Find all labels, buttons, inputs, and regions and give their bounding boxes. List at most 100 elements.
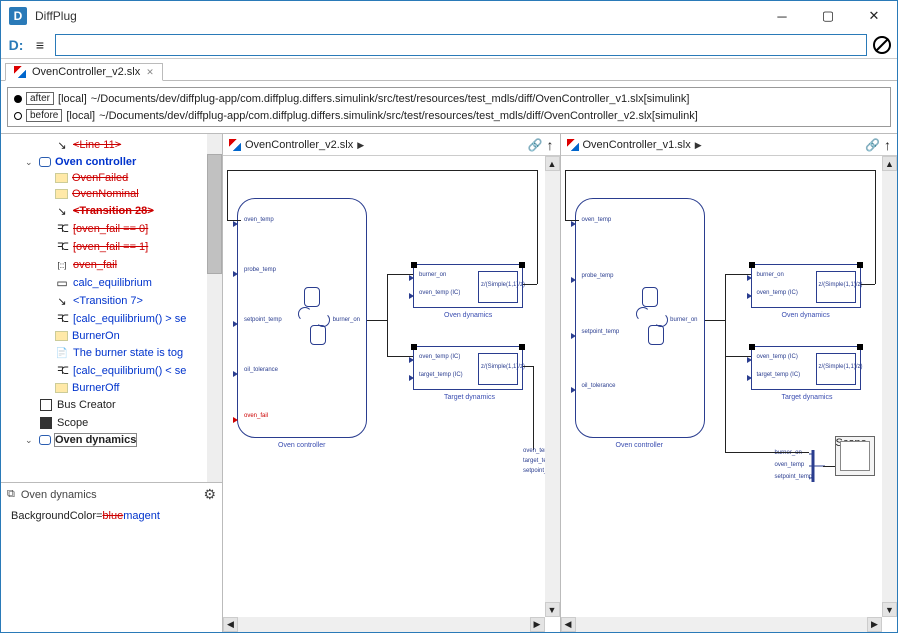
tree-item-label: BurnerOn: [72, 330, 120, 342]
command-input[interactable]: [55, 34, 867, 56]
block-target-dynamics[interactable]: oven_temp (IC) target_temp (IC) z/(Simpl…: [751, 346, 861, 390]
tree-item[interactable]: oven_fail: [1, 256, 222, 274]
diagram-title-right: OvenController_v1.slx: [583, 139, 691, 151]
block-scope[interactable]: Scope: [835, 436, 875, 476]
diagram-header-left: OvenController_v2.slx: [223, 134, 560, 156]
bus-icon: [39, 398, 53, 412]
tree-item[interactable]: Bus Creator: [1, 396, 222, 414]
node-filled-icon: [14, 95, 22, 103]
tree-item-label: [calc_equilibrium() > se: [73, 313, 186, 325]
tab-ovencontroller-v2[interactable]: OvenController_v2.slx ✕: [5, 63, 163, 81]
compare-header: after [local] ~/Documents/dev/diffplug-a…: [7, 87, 891, 127]
note-icon: [55, 346, 69, 360]
link-icon[interactable]: [528, 138, 543, 152]
play-icon[interactable]: [695, 139, 702, 151]
folder-icon: [55, 331, 68, 341]
tree-item[interactable]: <Transition 7>: [1, 292, 222, 310]
after-badge: after: [26, 92, 54, 105]
block-oven-dynamics[interactable]: burner_on oven_temp (IC) z/(Simple(1,1)/…: [413, 264, 523, 308]
tree-item[interactable]: [calc_equilibrium() > se: [1, 310, 222, 328]
app-icon[interactable]: D:: [7, 36, 25, 54]
tree-item-label: Oven dynamics: [55, 434, 136, 446]
block-target-dynamics[interactable]: oven_temp (IC) target_temp (IC) z/(Simpl…: [413, 346, 523, 390]
tab-label: OvenController_v2.slx: [32, 66, 140, 78]
tree-item[interactable]: OvenNominal: [1, 186, 222, 202]
tree-item[interactable]: ⌄Oven controller: [1, 154, 222, 170]
tree-item[interactable]: [calc_equilibrium() < se: [1, 362, 222, 380]
cond-icon: [55, 222, 69, 236]
menu-icon[interactable]: ≡: [31, 36, 49, 54]
expander-icon[interactable]: ⌄: [25, 435, 35, 446]
vscrollbar-right[interactable]: ▲▼: [882, 156, 897, 617]
main-toolbar: D: ≡: [1, 31, 897, 59]
canvas-left[interactable]: oven_temp probe_temp setpoint_temp oil_t…: [223, 156, 560, 632]
up-arrow-icon[interactable]: [884, 137, 891, 153]
tree-item[interactable]: BurnerOn: [1, 328, 222, 344]
node-open-icon: [14, 112, 22, 120]
cond-icon: [55, 312, 69, 326]
link-icon[interactable]: [865, 138, 880, 152]
tree-item[interactable]: [oven_fail == 0]: [1, 220, 222, 238]
cond-icon: [55, 240, 69, 254]
tree-item-label: [calc_equilibrium() < se: [73, 365, 186, 377]
after-scope: [local]: [58, 93, 87, 105]
tree-item-label: Bus Creator: [57, 399, 116, 411]
tree-item[interactable]: OvenFailed: [1, 170, 222, 186]
vscrollbar-left[interactable]: ▲▼: [545, 156, 560, 617]
tree-item-label: BurnerOff: [72, 382, 120, 394]
cond-icon: [55, 364, 69, 378]
trans-icon: [55, 204, 69, 218]
close-button[interactable]: ✕: [851, 1, 897, 31]
properties-panel: ⧉ Oven dynamics ⚙ BackgroundColor=bluema…: [1, 482, 222, 632]
titlebar: D DiffPlug ─ ▢ ✕: [1, 1, 897, 31]
tree-scroll-thumb[interactable]: [207, 154, 222, 274]
block-oven-dynamics[interactable]: burner_on oven_temp (IC) z/(Simple(1,1)/…: [751, 264, 861, 308]
diff-glyph-icon: ⧉: [7, 488, 15, 501]
editor-tabbar: OvenController_v2.slx ✕: [1, 59, 897, 81]
tree-item[interactable]: The burner state is tog: [1, 344, 222, 362]
diagram-pane-right: OvenController_v1.slx oven_temp probe_te…: [560, 134, 898, 632]
after-path: ~/Documents/dev/diffplug-app/com.diffplu…: [91, 93, 690, 105]
tree-item[interactable]: <Line 11>: [1, 136, 222, 154]
stop-icon[interactable]: [873, 36, 891, 54]
tree-item[interactable]: <Transition 28>: [1, 202, 222, 220]
trans-icon: [55, 294, 69, 308]
tree-item-label: <Transition 28>: [73, 205, 154, 217]
hscrollbar-right[interactable]: ◀▶: [561, 617, 883, 632]
diff-tree[interactable]: <Line 11> ⌄Oven controller OvenFailed OvenN…: [1, 134, 222, 482]
tree-item-label: <Line 11>: [73, 139, 121, 151]
expander-icon[interactable]: ⌄: [25, 157, 35, 168]
gear-icon[interactable]: ⚙: [203, 486, 216, 503]
tab-close-icon[interactable]: ✕: [146, 67, 154, 78]
window-title: DiffPlug: [35, 9, 759, 23]
tree-item[interactable]: ⌄ Oven dynamics: [1, 432, 222, 448]
minimize-button[interactable]: ─: [759, 1, 805, 31]
block-oven-controller[interactable]: oven_temp probe_temp setpoint_temp oil_t…: [575, 198, 705, 438]
tree-item[interactable]: Scope: [1, 414, 222, 432]
diagram-split: OvenController_v2.slx oven_temp probe_te…: [223, 134, 897, 632]
hscrollbar-left[interactable]: ◀▶: [223, 617, 545, 632]
up-arrow-icon[interactable]: [547, 137, 554, 153]
tree-scrollbar[interactable]: [207, 134, 222, 482]
simulink-icon: [14, 66, 26, 78]
canvas-right[interactable]: oven_temp probe_temp setpoint_temp oil_t…: [561, 156, 898, 632]
tree-item-label: OvenFailed: [72, 172, 128, 184]
before-badge: before: [26, 109, 62, 122]
tree-item-label: The burner state is tog: [73, 347, 183, 359]
tree-item[interactable]: calc_equilibrium: [1, 274, 222, 292]
diagram-pane-left: OvenController_v2.slx oven_temp probe_te…: [223, 134, 560, 632]
simulink-icon: [567, 139, 579, 151]
tree-item[interactable]: BurnerOff: [1, 380, 222, 396]
tree-item-label: <Transition 7>: [73, 295, 143, 307]
sidebar: <Line 11> ⌄Oven controller OvenFailed OvenN…: [1, 134, 223, 632]
block-icon: [55, 276, 69, 290]
play-icon[interactable]: [357, 139, 364, 151]
tree-item[interactable]: [oven_fail == 1]: [1, 238, 222, 256]
properties-header: ⧉ Oven dynamics ⚙: [1, 483, 222, 506]
scope-icon: [39, 416, 53, 430]
app-logo: D: [9, 7, 27, 25]
compare-after-row: after [local] ~/Documents/dev/diffplug-a…: [10, 90, 888, 107]
maximize-button[interactable]: ▢: [805, 1, 851, 31]
block-oven-controller[interactable]: oven_temp probe_temp setpoint_temp oil_t…: [237, 198, 367, 438]
tree-item-label: OvenNominal: [72, 188, 139, 200]
